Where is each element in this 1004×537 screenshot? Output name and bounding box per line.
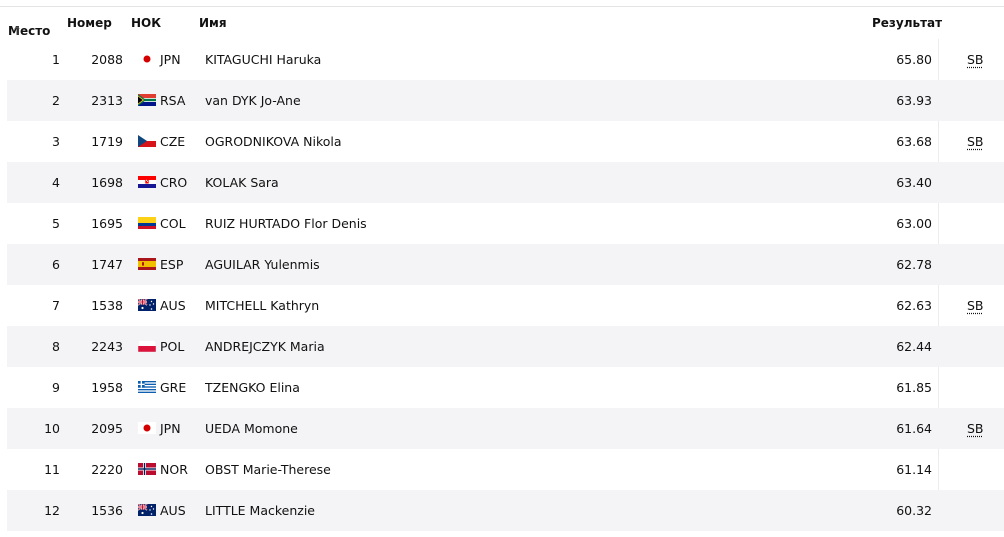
- australia-flag-icon: [137, 298, 156, 311]
- result-cell: 62.44: [896, 339, 932, 354]
- noc-cell: NOR: [160, 462, 188, 477]
- australia-flag-icon: [137, 503, 156, 516]
- table-row[interactable]: 3 1719 CZE OGRODNIKOVA Nikola 63.68 SB: [7, 121, 1004, 162]
- japan-flag-icon: [138, 53, 156, 65]
- bib-cell: 2243: [91, 339, 123, 354]
- rank-cell: 8: [52, 339, 60, 354]
- bib-cell: 1958: [91, 380, 123, 395]
- result-cell: 63.68: [896, 134, 932, 149]
- season-best-badge[interactable]: SB: [967, 421, 984, 436]
- bib-cell: 1719: [91, 134, 123, 149]
- column-header-noc[interactable]: НОК: [131, 16, 161, 30]
- divider: [0, 6, 1004, 7]
- bib-cell: 1538: [91, 298, 123, 313]
- noc-cell: JPN: [160, 52, 181, 67]
- athlete-name[interactable]: TZENGKO Elina: [205, 380, 300, 395]
- rank-cell: 6: [52, 257, 60, 272]
- table-body: 1 2088 JPN KITAGUCHI Haruka 65.80 SB 2 2313 RSA v…: [7, 39, 1004, 531]
- table-row[interactable]: 12 1536 AUS LITTLE Mackenzie 60.32: [7, 490, 1004, 531]
- noc-cell: GRE: [160, 380, 187, 395]
- column-header-name[interactable]: Имя: [199, 16, 227, 30]
- column-header-result[interactable]: Результат: [872, 16, 942, 30]
- result-cell: 65.80: [896, 52, 932, 67]
- results-table: Место ↑ Номер НОК Имя Результат 1 2088 JPN K…: [0, 0, 1004, 537]
- noc-cell: RSA: [160, 93, 186, 108]
- athlete-name[interactable]: AGUILAR Yulenmis: [205, 257, 320, 272]
- bib-cell: 1698: [91, 175, 123, 190]
- table-row[interactable]: 10 2095 JPN UEDA Momone 61.64 SB: [7, 408, 1004, 449]
- spain-flag-icon: [138, 258, 156, 270]
- athlete-name[interactable]: RUIZ HURTADO Flor Denis: [205, 216, 367, 231]
- czech-flag-icon: [138, 135, 156, 147]
- table-row[interactable]: 8 2243 POL ANDREJCZYK Maria 62.44: [7, 326, 1004, 367]
- noc-cell: AUS: [160, 298, 186, 313]
- season-best-badge[interactable]: SB: [967, 298, 984, 313]
- rank-cell: 7: [52, 298, 60, 313]
- rank-cell: 9: [52, 380, 60, 395]
- table-row[interactable]: 6 1747 ESP AGUILAR Yulenmis 62.78: [7, 244, 1004, 285]
- bib-cell: 2088: [91, 52, 123, 67]
- noc-cell: POL: [160, 339, 185, 354]
- japan-flag-icon: [138, 422, 156, 434]
- table-row[interactable]: 11 2220 NOR OBST Marie-Therese 61.14: [7, 449, 1004, 490]
- athlete-name[interactable]: MITCHELL Kathryn: [205, 298, 319, 313]
- athlete-name[interactable]: OBST Marie-Therese: [205, 462, 331, 477]
- result-cell: 63.00: [896, 216, 932, 231]
- rank-cell: 3: [52, 134, 60, 149]
- table-row[interactable]: 9 1958 GRE TZENGKO Elina 61.85: [7, 367, 1004, 408]
- noc-cell: JPN: [160, 421, 181, 436]
- bib-cell: 1747: [91, 257, 123, 272]
- athlete-name[interactable]: OGRODNIKOVA Nikola: [205, 134, 342, 149]
- rank-cell: 2: [52, 93, 60, 108]
- table-header: Место ↑ Номер НОК Имя Результат: [8, 16, 943, 38]
- rank-cell: 4: [52, 175, 60, 190]
- table-row[interactable]: 2 2313 RSA van DYK Jo-Ane 63.93: [7, 80, 1004, 121]
- rank-cell: 5: [52, 216, 60, 231]
- season-best-badge[interactable]: SB: [967, 134, 984, 149]
- athlete-name[interactable]: van DYK Jo-Ane: [205, 93, 301, 108]
- athlete-name[interactable]: KOLAK Sara: [205, 175, 279, 190]
- noc-cell: CZE: [160, 134, 186, 149]
- croatia-flag-icon: [138, 176, 156, 188]
- bib-cell: 1695: [91, 216, 123, 231]
- rank-cell: 1: [52, 52, 60, 67]
- athlete-name[interactable]: KITAGUCHI Haruka: [205, 52, 321, 67]
- result-cell: 61.64: [896, 421, 932, 436]
- athlete-name[interactable]: UEDA Momone: [205, 421, 298, 436]
- table-row[interactable]: 7 1538 AUS MITCHELL Kathryn 62.63 SB: [7, 285, 1004, 326]
- season-best-badge[interactable]: SB: [967, 52, 984, 67]
- noc-cell: ESP: [160, 257, 184, 272]
- noc-cell: CRO: [160, 175, 188, 190]
- result-cell: 63.93: [896, 93, 932, 108]
- result-cell: 61.85: [896, 380, 932, 395]
- athlete-name[interactable]: ANDREJCZYK Maria: [205, 339, 325, 354]
- norway-flag-icon: [138, 463, 156, 475]
- south-africa-flag-icon: [138, 94, 156, 106]
- bib-cell: 1536: [91, 503, 123, 518]
- table-row[interactable]: 5 1695 COL RUIZ HURTADO Flor Denis 63.00: [7, 203, 1004, 244]
- bib-cell: 2220: [91, 462, 123, 477]
- result-cell: 61.14: [896, 462, 932, 477]
- noc-cell: AUS: [160, 503, 186, 518]
- table-row[interactable]: 4 1698 CRO KOLAK Sara 63.40: [7, 162, 1004, 203]
- bib-cell: 2313: [91, 93, 123, 108]
- result-cell: 60.32: [896, 503, 932, 518]
- bib-cell: 2095: [91, 421, 123, 436]
- column-header-bib[interactable]: Номер: [67, 16, 112, 30]
- table-row[interactable]: 1 2088 JPN KITAGUCHI Haruka 65.80 SB: [7, 39, 1004, 80]
- athlete-name[interactable]: LITTLE Mackenzie: [205, 503, 315, 518]
- sort-arrow-icon[interactable]: ↑: [12, 24, 22, 38]
- result-cell: 62.63: [896, 298, 932, 313]
- result-cell: 63.40: [896, 175, 932, 190]
- rank-cell: 12: [44, 503, 60, 518]
- poland-flag-icon: [137, 339, 157, 353]
- result-cell: 62.78: [896, 257, 932, 272]
- greece-flag-icon: [138, 381, 156, 393]
- noc-cell: COL: [160, 216, 186, 231]
- rank-cell: 11: [44, 462, 60, 477]
- rank-cell: 10: [44, 421, 60, 436]
- colombia-flag-icon: [138, 217, 156, 229]
